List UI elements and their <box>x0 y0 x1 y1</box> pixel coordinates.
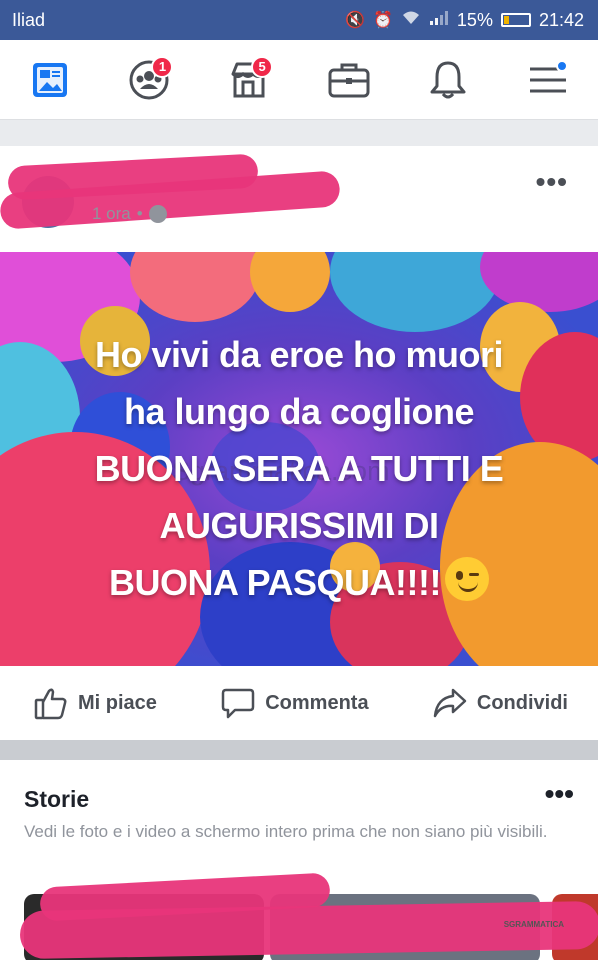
bell-icon <box>430 61 466 98</box>
balloon <box>130 252 260 322</box>
notifications-tab[interactable] <box>418 50 478 110</box>
marketplace-tab[interactable]: 5 <box>219 50 279 110</box>
post-text-line-last: BUONA PASQUA!!!! <box>0 554 598 611</box>
news-feed-icon <box>32 62 67 97</box>
comment-icon <box>221 688 255 719</box>
thumbs-up-icon <box>34 688 67 720</box>
post-text-line: Ho vivi da eroe ho muori <box>94 334 504 375</box>
stories-title: Storie <box>24 786 90 812</box>
news-feed-tab[interactable] <box>20 50 80 110</box>
like-label: Mi piace <box>78 691 157 714</box>
watermark: SGRAMMATICA <box>503 920 564 929</box>
globe-icon <box>148 205 167 223</box>
comment-button[interactable]: Commenta <box>221 687 369 719</box>
feed-separator <box>0 740 598 760</box>
top-navigation: 1 5 <box>0 40 598 120</box>
status-icons: 🔇 ⏰ 15% 21:42 <box>345 10 584 31</box>
battery-icon <box>500 13 531 27</box>
balloon <box>330 252 500 332</box>
marketplace-badge: 5 <box>251 55 274 78</box>
redaction-mark <box>19 900 598 960</box>
wifi-icon <box>401 10 421 31</box>
stories-section: Storie ••• Vedi le foto e i video a sche… <box>0 760 598 960</box>
menu-tab[interactable] <box>518 50 578 110</box>
share-label: Condividi <box>476 691 568 714</box>
clock: 21:42 <box>538 9 584 30</box>
friend-requests-tab[interactable]: 1 <box>119 50 179 110</box>
winking-face-icon <box>444 557 489 601</box>
post-header: 1 ora • ••• <box>0 146 598 252</box>
post-timestamp: 1 ora • <box>92 204 167 224</box>
alarm-icon: ⏰ <box>373 12 393 29</box>
post-text: Ho vivi da eroe ho muori ha lungo da cog… <box>0 326 598 611</box>
balloon <box>250 252 330 312</box>
post-options-button[interactable]: ••• <box>536 166 568 198</box>
carrier-label: Iliad <box>12 9 46 30</box>
post-time-label: 1 ora <box>92 204 131 223</box>
stories-options-button[interactable]: ••• <box>545 778 574 810</box>
comment-label: Commenta <box>265 691 369 714</box>
battery-percent: 15% <box>456 9 493 30</box>
post-image[interactable]: Sgrammatica.com Ho vivi da eroe ho muori… <box>0 252 598 666</box>
post-text-line: BUONA PASQUA!!!! <box>109 562 441 603</box>
signal-icon <box>429 10 449 31</box>
post-actions: Mi piace Commenta Condividi <box>0 666 598 740</box>
share-button[interactable]: Condividi <box>433 687 568 719</box>
stories-description: Vedi le foto e i video a schermo intero … <box>24 822 548 841</box>
feed-post: 1 ora • ••• Sgrammatica.com Ho vivi da e… <box>0 146 598 740</box>
jobs-tab[interactable] <box>319 50 379 110</box>
briefcase-icon <box>328 63 370 97</box>
post-text-line: AUGURISSIMI DI <box>159 505 439 546</box>
like-button[interactable]: Mi piace <box>34 686 157 720</box>
post-text-line: ha lungo da coglione <box>124 391 475 432</box>
feed-separator <box>0 120 598 146</box>
menu-notification-dot <box>556 59 569 72</box>
mute-icon: 🔇 <box>345 12 365 29</box>
post-text-line: BUONA SERA A TUTTI E <box>94 448 504 489</box>
status-bar: Iliad 🔇 ⏰ 15% 21:42 <box>0 0 598 40</box>
balloon <box>480 252 598 312</box>
share-icon <box>433 688 467 718</box>
friend-requests-badge: 1 <box>151 55 174 78</box>
